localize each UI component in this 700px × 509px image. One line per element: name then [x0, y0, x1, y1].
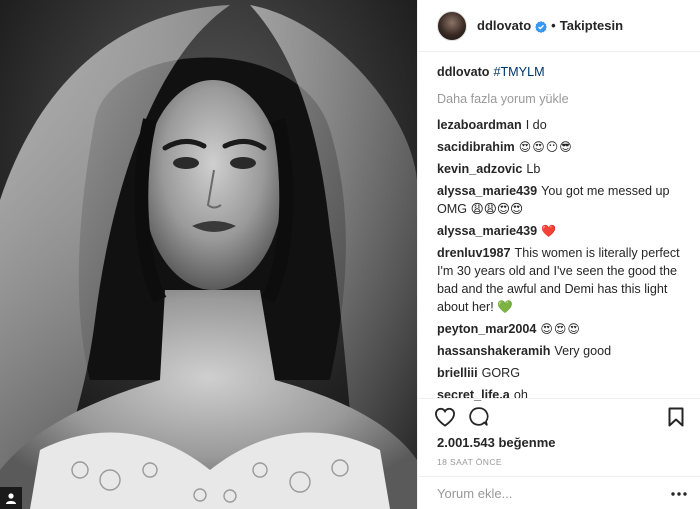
comment-username[interactable]: alyssa_marie439: [437, 184, 537, 198]
load-more-comments-link[interactable]: Daha fazla yorum yükle: [437, 90, 688, 108]
like-count[interactable]: 2.001.543 beğenme: [437, 435, 556, 450]
post-timestamp: 18 SAAT ÖNCE: [437, 457, 502, 467]
comment-text: GORG: [481, 366, 521, 380]
comment-text: I do: [525, 118, 547, 132]
header-separator: •: [551, 18, 556, 33]
comment-username[interactable]: drenluv1987: [437, 246, 511, 260]
comment-item: drenluv1987 This women is literally perfe…: [437, 244, 688, 316]
post-header: ddlovato • Takiptesin: [418, 0, 700, 52]
post-actions: [418, 398, 700, 434]
comment-item: hassanshakeramih Very good: [437, 342, 688, 360]
comment-text: ❤️: [541, 224, 558, 238]
caption-username[interactable]: ddlovato: [437, 65, 489, 79]
add-comment-bar: [418, 476, 700, 509]
verified-badge-icon: [535, 20, 548, 33]
comment-item: peyton_mar2004 😍😍😍: [437, 320, 688, 338]
comment-item: brielliii GORG: [437, 364, 688, 382]
comment-bubble-icon[interactable]: [468, 406, 489, 427]
comment-item: alyssa_marie439 ❤️: [437, 222, 688, 240]
comment-text: 😍😍😍: [540, 322, 581, 336]
comment-text: 😍😍😶😎: [518, 140, 573, 154]
avatar[interactable]: [437, 10, 467, 41]
comment-item: sacidibrahim 😍😍😶😎: [437, 138, 688, 156]
comment-username[interactable]: lezaboardman: [437, 118, 522, 132]
comment-text: Lb: [526, 162, 541, 176]
header-username[interactable]: ddlovato: [477, 18, 531, 33]
post-image[interactable]: [0, 0, 417, 509]
post-image-illustration: [0, 0, 417, 509]
follow-status-button[interactable]: Takiptesin: [560, 18, 623, 33]
comment-item: lezaboardman I do: [437, 116, 688, 134]
bookmark-icon[interactable]: [668, 407, 684, 427]
comment-input[interactable]: [437, 485, 670, 501]
comments-list: ddlovato #TMYLM Daha fazla yorum yükle le…: [437, 63, 688, 408]
comment-username[interactable]: alyssa_marie439: [437, 224, 537, 238]
comment-username[interactable]: sacidibrahim: [437, 140, 515, 154]
comment-username[interactable]: brielliii: [437, 366, 478, 380]
comment-text: Very good: [554, 344, 612, 358]
post-sidebar: ddlovato • Takiptesin ddlovato #TMYLM Dah…: [417, 0, 700, 509]
comment-username[interactable]: kevin_adzovic: [437, 162, 522, 176]
comment-item: kevin_adzovic Lb: [437, 160, 688, 178]
comment-username[interactable]: hassanshakeramih: [437, 344, 550, 358]
caption-hashtag-link[interactable]: #TMYLM: [493, 65, 544, 79]
more-dots-icon[interactable]: [670, 484, 688, 502]
comment-username[interactable]: peyton_mar2004: [437, 322, 536, 336]
user-tag-icon[interactable]: [0, 487, 22, 509]
comment-item: alyssa_marie439 You got me messed up OMG …: [437, 182, 688, 218]
post-caption: ddlovato #TMYLM: [437, 63, 688, 81]
heart-icon[interactable]: [434, 407, 456, 427]
